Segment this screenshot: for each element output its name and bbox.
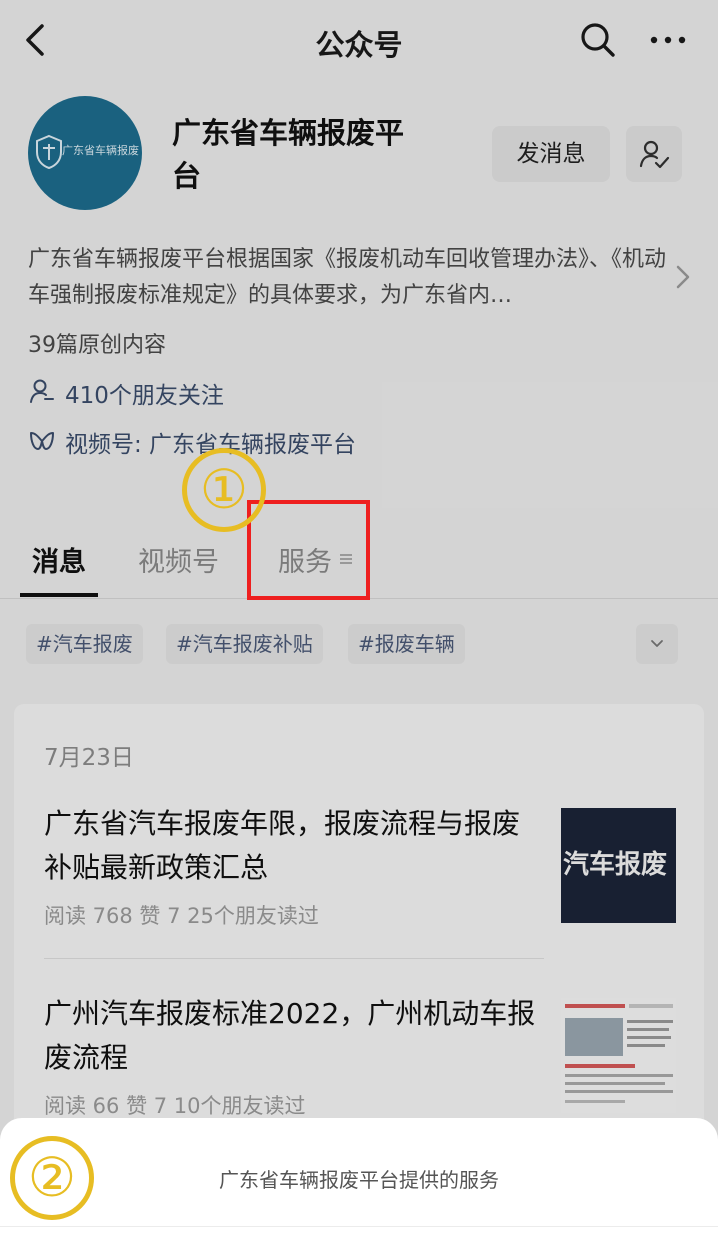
- step-number-badge: ②: [10, 1136, 94, 1220]
- step-number-badge: ①: [182, 448, 266, 532]
- highlight-box: [247, 500, 370, 600]
- sheet-divider: [0, 1226, 718, 1227]
- modal-backdrop[interactable]: [0, 0, 718, 1242]
- sheet-title: 广东省车辆报废平台提供的服务: [219, 1168, 499, 1192]
